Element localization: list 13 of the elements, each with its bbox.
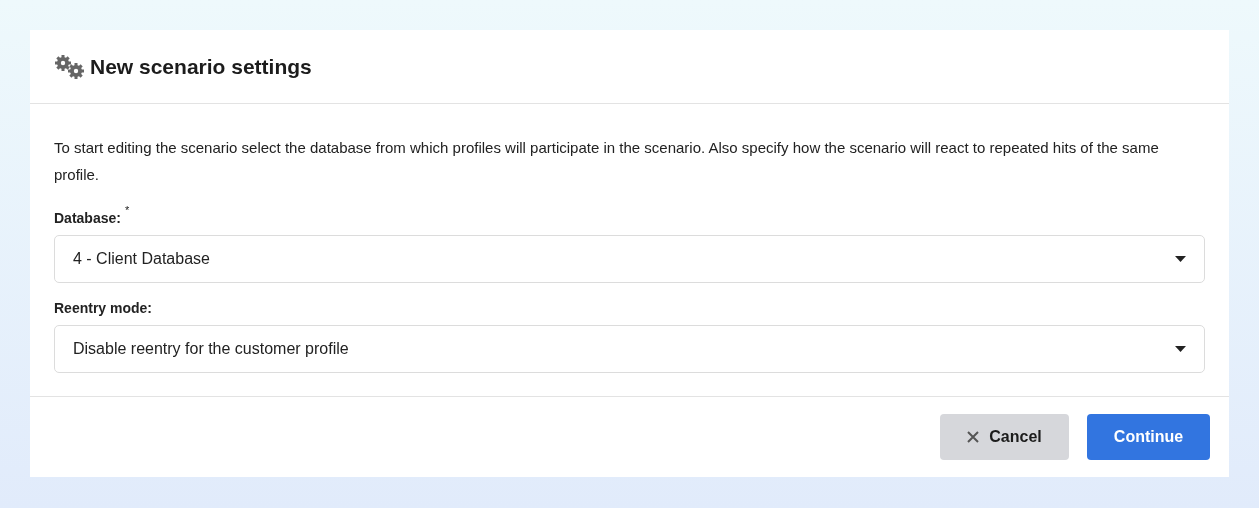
select-field[interactable]: Disable reentry for the customer profile (54, 325, 1205, 373)
required-mark: * (124, 204, 130, 218)
cancel-button[interactable]: Cancel (940, 414, 1069, 460)
caret-icon (1175, 256, 1186, 262)
dialog-title: New scenario settings (90, 54, 312, 79)
close-icon (967, 431, 980, 443)
description: To start editing the scenario select the database from which profiles will participate in the scenario. Also specify how the scenario will react to repeated hits of the same profile. (54, 138, 1160, 185)
select-field[interactable]: 4 - Client Database (54, 235, 1205, 283)
gears-icon (54, 53, 86, 80)
caret-icon (1175, 346, 1186, 352)
field-label: Reentry mode: (54, 300, 153, 316)
field-label: Database: (54, 210, 121, 226)
continue-button[interactable]: Continue (1087, 414, 1210, 460)
